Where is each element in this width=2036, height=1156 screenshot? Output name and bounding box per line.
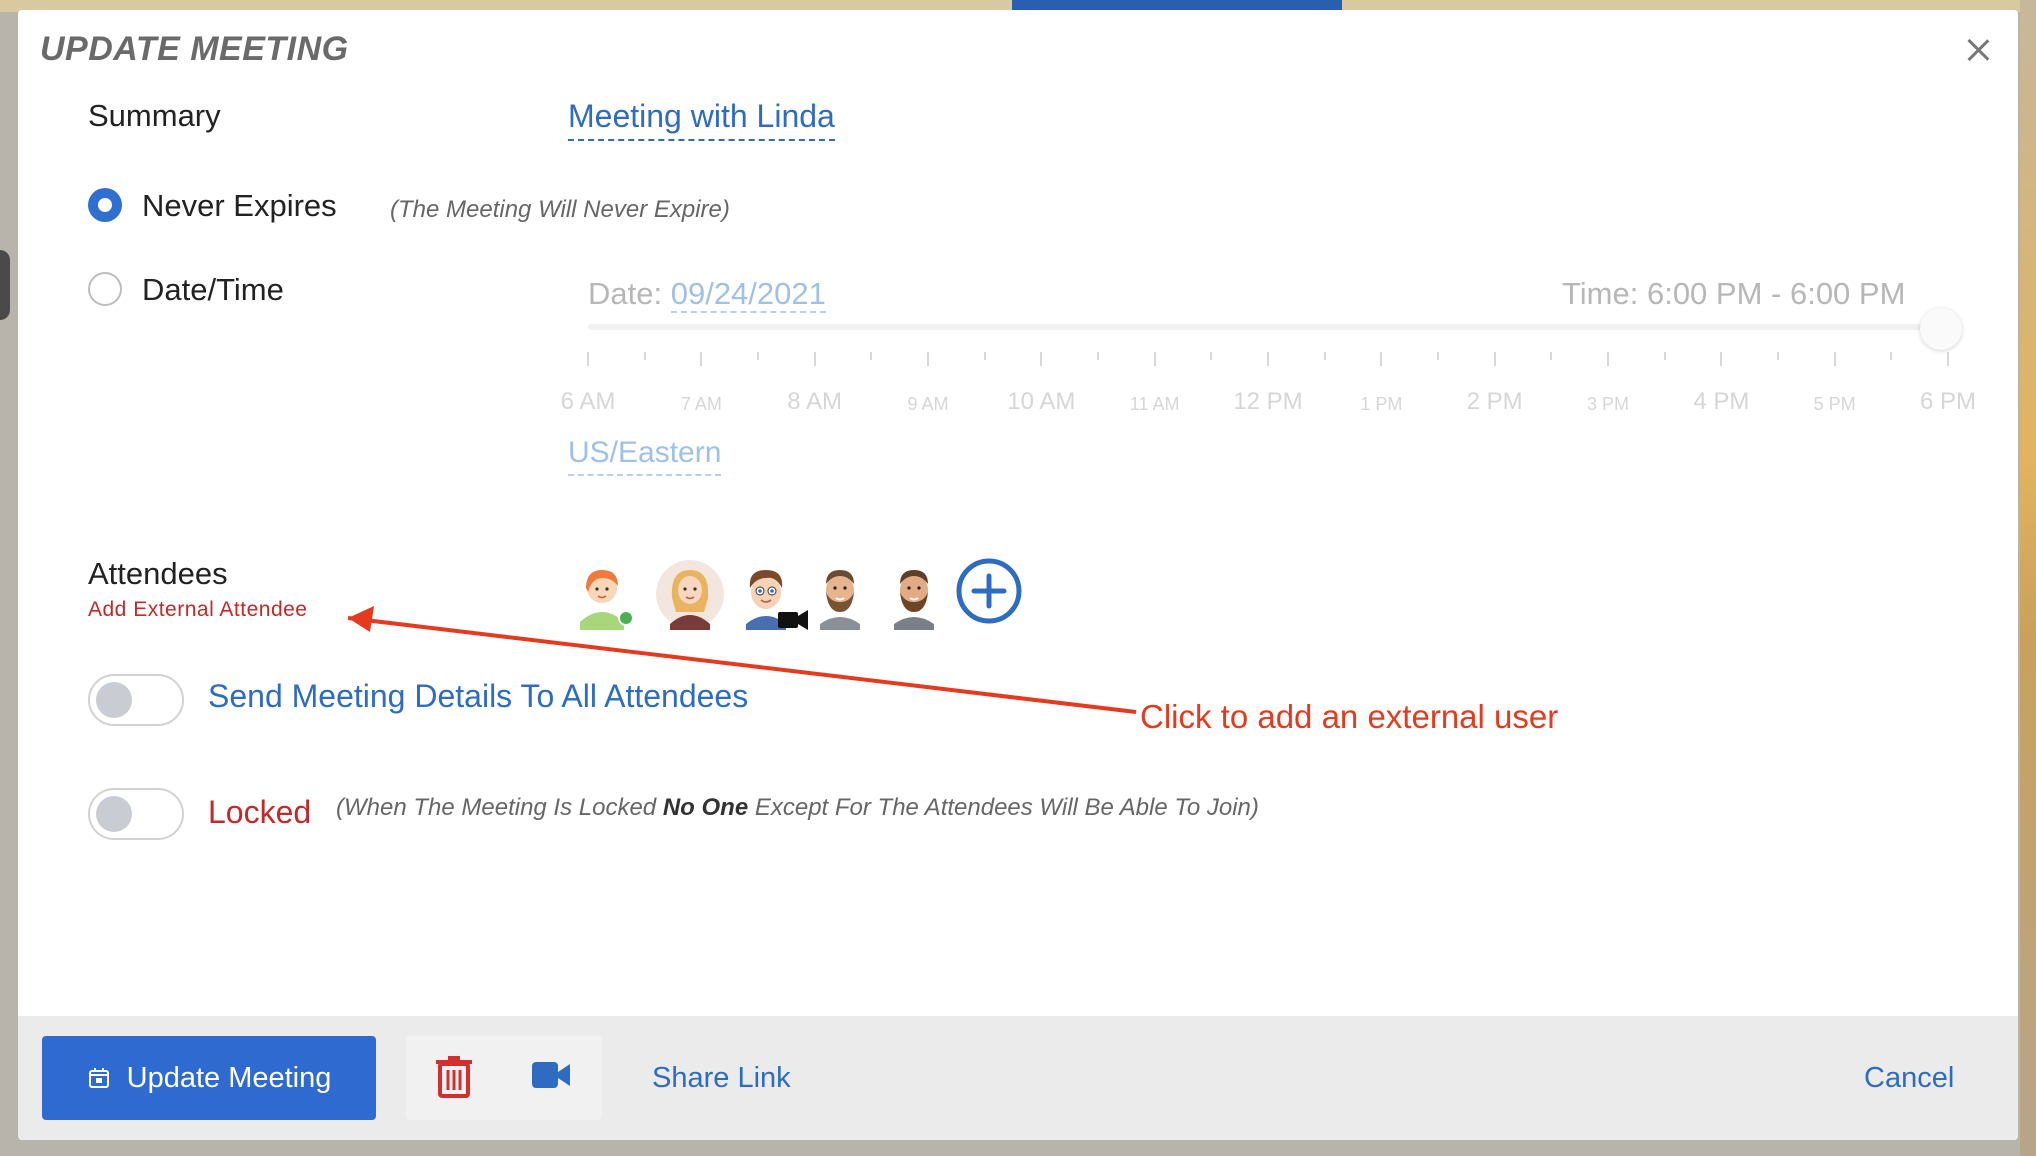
add-circle-icon[interactable] (954, 556, 1024, 626)
slider-tick (1777, 352, 1779, 360)
avatar-blonde-woman[interactable] (654, 558, 726, 630)
slider-tick-label: 6 PM (1919, 388, 1977, 415)
slider-tick-label: 2 PM (1466, 388, 1523, 415)
time-range: Time: 6:00 PM - 6:00 PM (1562, 276, 1906, 311)
slider-tick (1550, 352, 1553, 360)
avatar-brown-hair-man-video[interactable] (730, 558, 808, 630)
never-expires-label[interactable]: Never Expires (142, 188, 337, 224)
send-details-toggle[interactable] (88, 674, 184, 726)
summary-label: Summary (88, 98, 221, 133)
send-details-label[interactable]: Send Meeting Details To All Attendees (208, 678, 748, 715)
slider-tick (813, 352, 816, 366)
slider-tick (1153, 352, 1156, 366)
slider-tick (643, 352, 646, 360)
update-meeting-label: Update Meeting (126, 1061, 332, 1094)
date-time-radio[interactable] (88, 272, 122, 306)
slider-tick-label: 3 PM (1586, 394, 1630, 414)
trash-icon[interactable] (434, 1054, 474, 1098)
slider-tick (1890, 352, 1893, 360)
slider-tick (927, 352, 929, 366)
time-slider-track[interactable] (588, 324, 1948, 330)
add-external-attendee-link[interactable]: Add External Attendee (88, 598, 308, 622)
update-meeting-button[interactable]: Update Meeting (42, 1036, 376, 1120)
slider-tick (700, 352, 703, 366)
video-camera-icon[interactable] (530, 1058, 572, 1092)
slider-tick-label: 11 AM (1129, 394, 1180, 414)
slider-tick (1323, 352, 1326, 360)
slider-tick (1040, 352, 1043, 366)
slider-tick-label: 5 PM (1813, 394, 1856, 414)
locked-hint-post: Except For The Attendees Will Be Able To… (748, 794, 1259, 821)
slider-tick-label: 10 AM (1007, 388, 1076, 415)
background-left-shape (0, 250, 10, 320)
calendar-icon (88, 1068, 109, 1088)
slider-tick (870, 352, 873, 360)
slider-tick (1380, 352, 1383, 366)
slider-tick-label: 9 AM (907, 394, 949, 414)
attendees-label: Attendees (88, 556, 228, 591)
never-expires-radio[interactable] (88, 188, 122, 222)
slider-tick-label: 1 PM (1360, 394, 1403, 414)
locked-hint: (When The Meeting Is Locked No One Excep… (336, 794, 1259, 822)
avatar-redhead-online[interactable] (566, 558, 638, 630)
date-time-label[interactable]: Date/Time (142, 272, 284, 308)
slider-tick-label: 6 AM (560, 388, 616, 415)
date-value[interactable]: 09/24/2021 (670, 276, 826, 313)
slider-tick (983, 352, 986, 360)
slider-tick (1097, 352, 1099, 360)
background-right-edge (2020, 0, 2036, 1156)
online-status-icon (618, 610, 634, 626)
avatar-bearded-man[interactable] (804, 558, 876, 630)
slider-tick (1210, 352, 1213, 360)
date-field: Date: 09/24/2021 (588, 276, 826, 313)
slider-tick (1833, 352, 1836, 366)
update-meeting-dialog: UPDATE MEETING Summary Meeting with Lind… (18, 10, 2018, 1140)
slider-tick-label: 8 AM (787, 388, 843, 415)
slider-tick (1607, 352, 1609, 366)
summary-value-link[interactable]: Meeting with Linda (568, 98, 835, 141)
slider-tick (1720, 352, 1723, 366)
locked-label[interactable]: Locked (208, 794, 311, 831)
locked-hint-pre: (When The Meeting Is Locked (336, 794, 663, 821)
cancel-button[interactable]: Cancel (1864, 1062, 1954, 1095)
slider-tick (1493, 352, 1496, 366)
slider-tick (1663, 352, 1666, 360)
annotation-callout: Click to add an external user (1140, 698, 1559, 735)
close-icon[interactable] (1958, 32, 1998, 72)
slider-tick-label: 7 AM (680, 394, 722, 414)
avatar-bearded-man-2[interactable] (878, 558, 950, 630)
slider-tick (1437, 352, 1439, 360)
slider-tick (1947, 352, 1949, 366)
slider-tick (1267, 352, 1269, 366)
time-slider-handle[interactable] (1920, 308, 1962, 350)
slider-tick-label: 4 PM (1693, 388, 1750, 415)
slider-tick (757, 352, 759, 360)
timezone-link[interactable]: US/Eastern (568, 436, 722, 476)
locked-hint-bold: No One (662, 794, 749, 821)
slider-tick (587, 352, 589, 366)
locked-toggle[interactable] (88, 788, 184, 840)
never-expires-hint: (The Meeting Will Never Expire) (390, 196, 730, 223)
dialog-title: UPDATE MEETING (40, 30, 349, 68)
share-link[interactable]: Share Link (652, 1062, 791, 1095)
date-prefix: Date: (588, 276, 671, 311)
slider-tick-label: 12 PM (1233, 388, 1303, 415)
